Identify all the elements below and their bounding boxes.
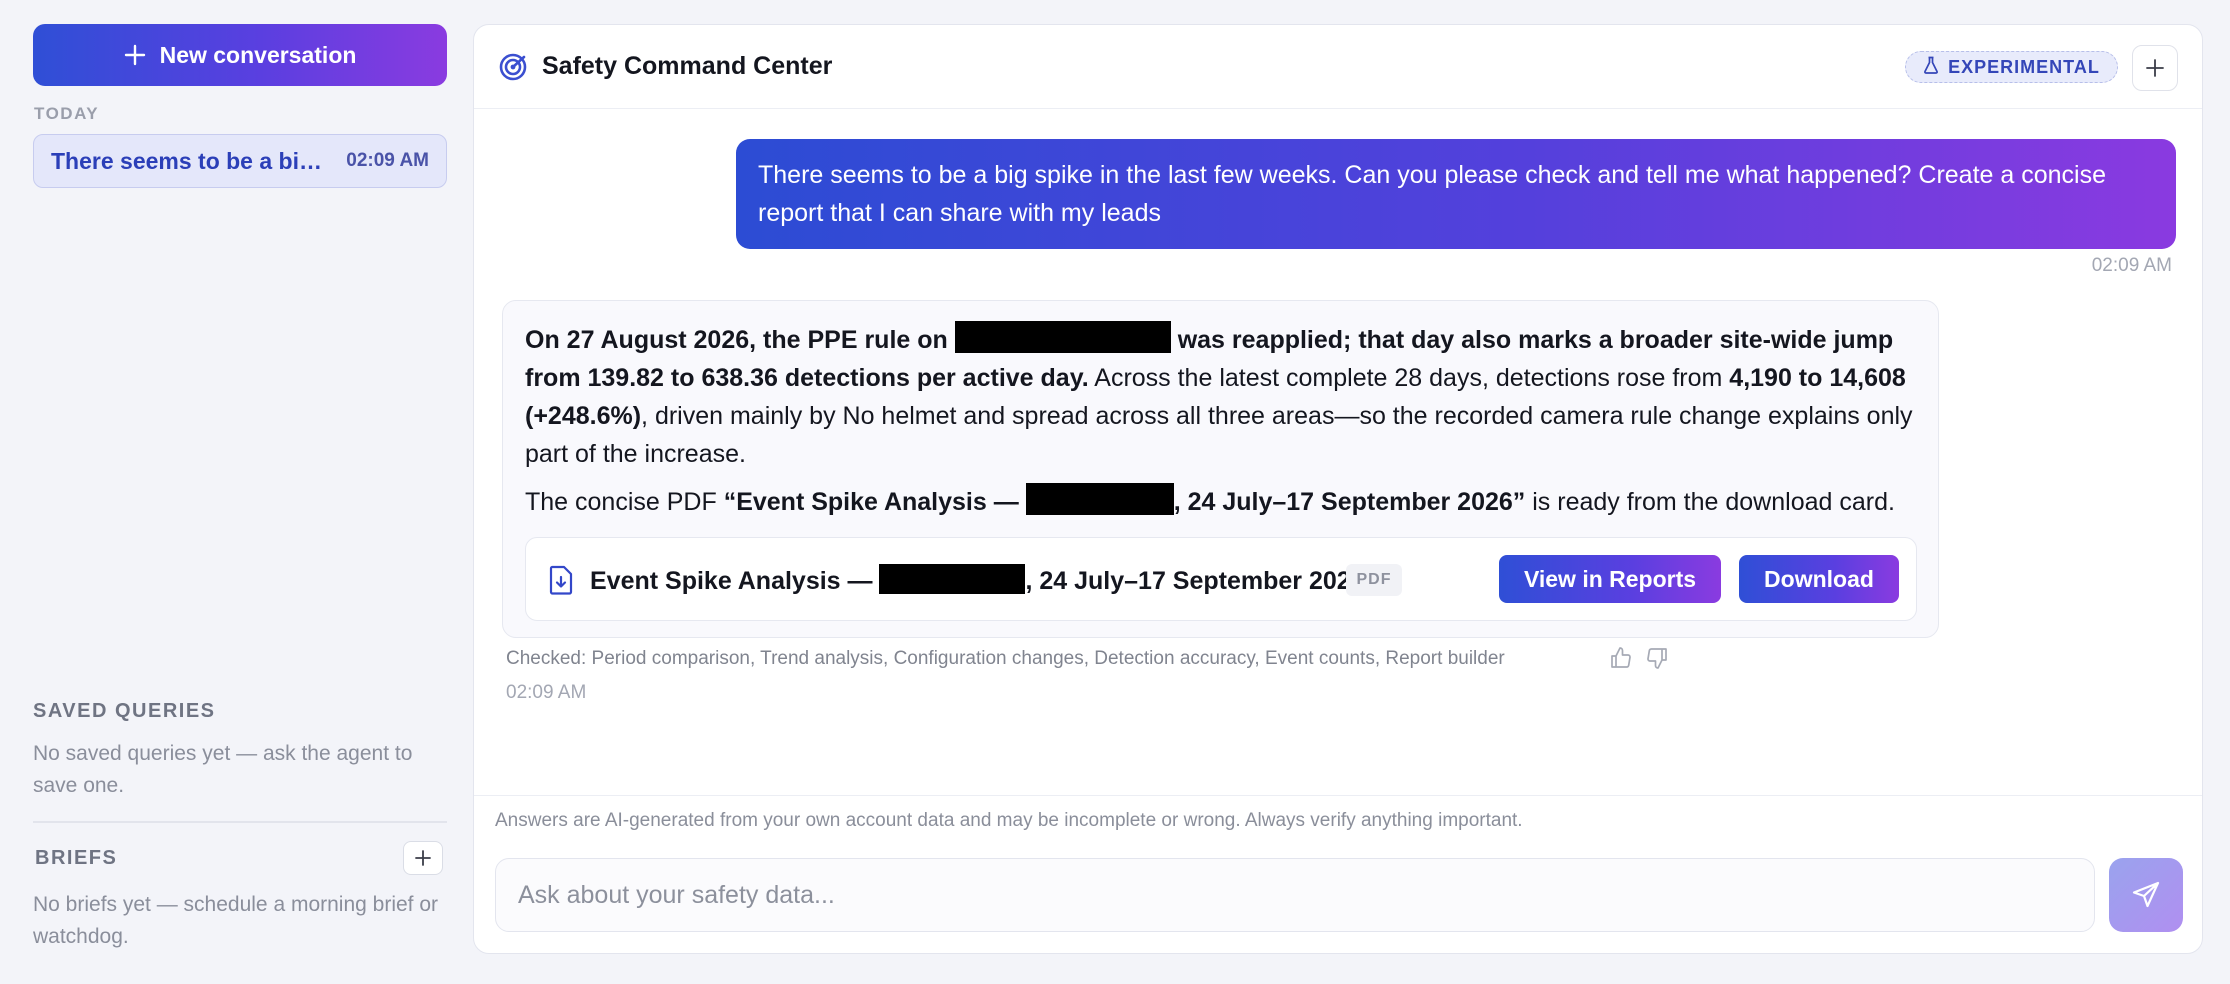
chat-header: Safety Command Center EXPERIMENTAL [474, 25, 2202, 109]
briefs-empty: No briefs yet — schedule a morning brief… [33, 893, 439, 948]
download-card: Event Spike Analysis — , 24 July–17 Sept… [525, 537, 1917, 621]
summary-bold-text: “Event Spike Analysis — [723, 488, 1019, 516]
experimental-badge: EXPERIMENTAL [1905, 51, 2118, 83]
file-download-icon [548, 565, 574, 595]
sidebar: New conversation TODAY There seems to be… [0, 0, 470, 984]
summary-text: Across the latest complete 28 days, dete… [1094, 364, 1723, 392]
feedback-group [1609, 646, 1669, 670]
new-conversation-label: New conversation [159, 41, 357, 68]
thumbs-up-icon[interactable] [1609, 646, 1633, 670]
plus-icon [124, 44, 146, 66]
page-title: Safety Command Center [542, 52, 833, 80]
checked-tools: Checked: Period comparison, Trend analys… [506, 648, 1505, 669]
summary-bold-text: On 27 August 2026, the PPE rule on [525, 326, 948, 354]
new-chat-button[interactable] [2132, 45, 2178, 91]
redacted-box [879, 564, 1026, 594]
summary-text: is ready from the download card. [1532, 488, 1895, 516]
user-message-time: 02:09 AM [2091, 255, 2172, 276]
conversation-time: 02:09 AM [346, 150, 429, 171]
saved-queries-title: SAVED QUERIES [33, 700, 216, 722]
sidebar-divider [33, 821, 447, 823]
today-label: TODAY [34, 104, 100, 123]
redacted-box [954, 321, 1171, 353]
add-brief-button[interactable] [403, 841, 443, 875]
send-icon [2132, 881, 2160, 908]
file-type-badge: PDF [1346, 564, 1402, 596]
summary-bold-text: , 24 July–17 September 2026” [1173, 488, 1526, 516]
flask-icon [1923, 56, 1939, 79]
conversation-title: There seems to be a big spike in the las… [51, 147, 323, 174]
summary-text: , driven mainly by No helmet and spread … [525, 402, 1913, 468]
chat-input[interactable] [495, 858, 2095, 932]
thumbs-down-icon[interactable] [1645, 646, 1669, 670]
assistant-message-time: 02:09 AM [506, 682, 587, 703]
chat-panel: Safety Command Center EXPERIMENTAL There… [473, 24, 2203, 954]
conversation-item[interactable]: There seems to be a big spike in the las… [33, 134, 447, 188]
file-name: Event Spike Analysis — , 24 July–17 Sept… [590, 564, 1365, 596]
plus-icon [2146, 59, 2164, 77]
view-in-reports-button[interactable]: View in Reports [1499, 555, 1721, 603]
saved-queries-empty: No saved queries yet — ask the agent to … [33, 742, 413, 797]
download-button[interactable]: Download [1739, 555, 1899, 603]
radar-icon [498, 52, 528, 82]
assistant-message: On 27 August 2026, the PPE rule on was r… [502, 300, 1939, 638]
briefs-title: BRIEFS [35, 847, 118, 869]
redacted-box [1025, 483, 1174, 515]
assistant-paragraph-2: The concise PDF “Event Spike Analysis — … [525, 483, 1916, 521]
summary-text: The concise PDF [525, 488, 717, 516]
plus-icon [415, 850, 431, 866]
send-button[interactable] [2109, 858, 2183, 932]
file-name-text: , 24 July–17 September 2026 [1025, 567, 1365, 595]
user-message: There seems to be a big spike in the las… [736, 139, 2176, 249]
experimental-label: EXPERIMENTAL [1948, 56, 2100, 77]
composer: Answers are AI-generated from your own a… [474, 795, 2202, 953]
assistant-paragraph-1: On 27 August 2026, the PPE rule on was r… [525, 321, 1916, 473]
file-name-text: Event Spike Analysis — [590, 567, 873, 595]
ai-disclaimer: Answers are AI-generated from your own a… [495, 810, 1523, 831]
new-conversation-button[interactable]: New conversation [33, 24, 447, 86]
